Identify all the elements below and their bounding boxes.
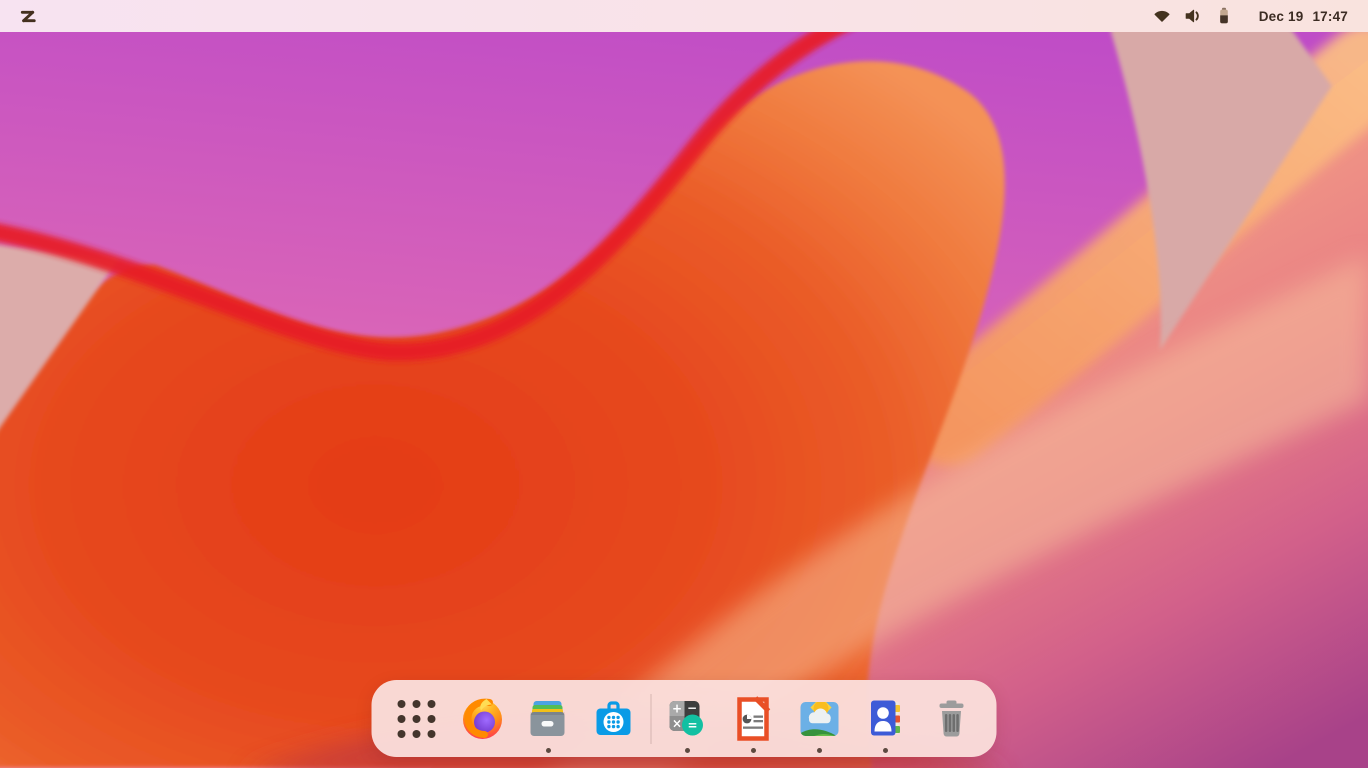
svg-text:×: × [672, 716, 682, 730]
dock-item-trash[interactable] [919, 680, 985, 757]
clock-button[interactable]: Dec 19 17:47 [1241, 7, 1358, 26]
dock-item-show-apps[interactable] [384, 680, 450, 757]
activities-button[interactable] [10, 3, 44, 29]
files-cabinet-icon [530, 700, 565, 736]
dock-item-firefox[interactable] [450, 680, 516, 757]
dock-item-impress[interactable] [721, 680, 787, 757]
dock-item-software[interactable] [582, 680, 648, 757]
svg-text:+: + [672, 701, 682, 715]
dock-item-files[interactable] [516, 680, 582, 757]
libreoffice-impress-icon [737, 695, 771, 741]
top-panel: Dec 19 17:47 [0, 0, 1368, 32]
svg-text:−: − [687, 701, 697, 715]
contacts-book-icon [871, 700, 900, 735]
svg-text:=: = [687, 718, 697, 732]
dock-item-calculator[interactable]: + − × = [655, 680, 721, 757]
running-indicator [883, 748, 888, 753]
desktop-wallpaper [0, 0, 1368, 768]
app-grid-icon [397, 699, 436, 738]
calculator-icon: + − × = [669, 700, 703, 735]
volume-icon [1185, 9, 1199, 23]
running-indicator [817, 748, 822, 753]
dock-item-contacts[interactable] [853, 680, 919, 757]
dock-item-weather[interactable] [787, 680, 853, 757]
zorin-logo-icon [20, 10, 36, 22]
running-indicator [751, 748, 756, 753]
wifi-icon [1154, 10, 1170, 22]
weather-icon [800, 701, 839, 736]
running-indicator [546, 748, 551, 753]
software-store-bag-icon [596, 700, 631, 735]
firefox-icon [463, 698, 502, 739]
battery-icon [1219, 7, 1228, 24]
dock-separator [650, 693, 652, 744]
running-indicator [685, 748, 690, 753]
panel-date: Dec 19 [1258, 8, 1304, 24]
trash-can-icon [939, 700, 964, 737]
panel-time: 17:47 [1312, 8, 1348, 24]
system-status-area[interactable] [1145, 5, 1241, 27]
dock: + − × = [371, 680, 997, 757]
